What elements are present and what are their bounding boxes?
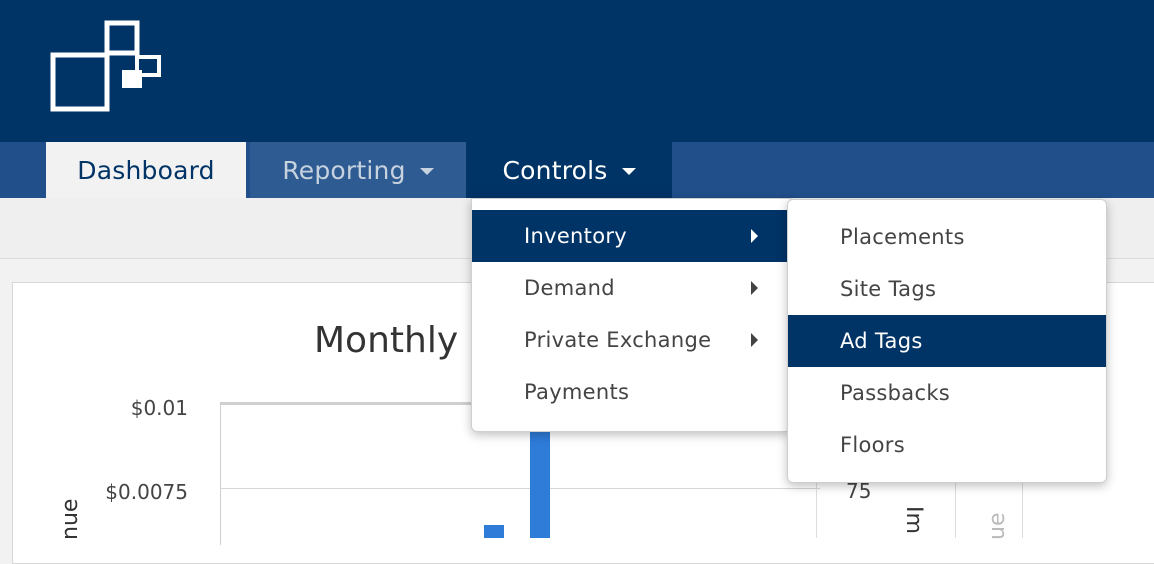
right-y-axis-label: Im (901, 506, 926, 534)
submenu-item-placements[interactable]: Placements (788, 211, 1106, 263)
tab-controls-label: Controls (502, 155, 608, 185)
tab-controls[interactable]: Controls (466, 142, 672, 198)
tab-reporting[interactable]: Reporting (250, 142, 466, 198)
chart-bar (484, 525, 504, 538)
menu-item-demand[interactable]: Demand (472, 262, 790, 314)
y-axis-label: nue (58, 498, 83, 540)
menu-item-label: Private Exchange (524, 328, 712, 352)
tab-dashboard-label: Dashboard (77, 155, 215, 185)
submenu-item-label: Ad Tags (840, 329, 923, 353)
tab-reporting-label: Reporting (282, 155, 406, 185)
submenu-item-passbacks[interactable]: Passbacks (788, 367, 1106, 419)
y-tick-label: $0.01 (130, 396, 188, 420)
menu-item-label: Demand (524, 276, 615, 300)
chart-title: Monthly N (314, 320, 474, 361)
gridline (220, 488, 820, 489)
inventory-submenu: Placements Site Tags Ad Tags Passbacks F… (787, 199, 1107, 483)
y-tick-label: $0.0075 (105, 480, 188, 504)
main-navbar: Dashboard Reporting Controls (0, 142, 1154, 198)
submenu-item-label: Placements (840, 225, 965, 249)
submenu-item-floors[interactable]: Floors (788, 419, 1106, 471)
submenu-item-ad-tags[interactable]: Ad Tags (788, 315, 1106, 367)
menu-item-label: Payments (524, 380, 630, 404)
menu-item-inventory[interactable]: Inventory (472, 210, 790, 262)
submenu-item-site-tags[interactable]: Site Tags (788, 263, 1106, 315)
submenu-item-label: Floors (840, 433, 905, 457)
submenu-item-label: Passbacks (840, 381, 951, 405)
chevron-right-icon (751, 333, 758, 347)
submenu-item-label: Site Tags (840, 277, 937, 301)
controls-dropdown-menu: Inventory Demand Private Exchange Paymen… (471, 198, 791, 432)
tab-dashboard[interactable]: Dashboard (46, 142, 246, 198)
chevron-right-icon (751, 281, 758, 295)
app-header (0, 0, 1154, 142)
chart-bar (530, 430, 550, 538)
secondary-axis-label: ue (985, 512, 1010, 540)
chevron-down-icon (419, 167, 434, 175)
menu-item-label: Inventory (524, 224, 628, 248)
chevron-down-icon (621, 167, 636, 175)
company-logo[interactable] (50, 20, 162, 112)
menu-item-private-exchange[interactable]: Private Exchange (472, 314, 790, 366)
chevron-right-icon (751, 229, 758, 243)
menu-item-payments[interactable]: Payments (472, 366, 790, 418)
